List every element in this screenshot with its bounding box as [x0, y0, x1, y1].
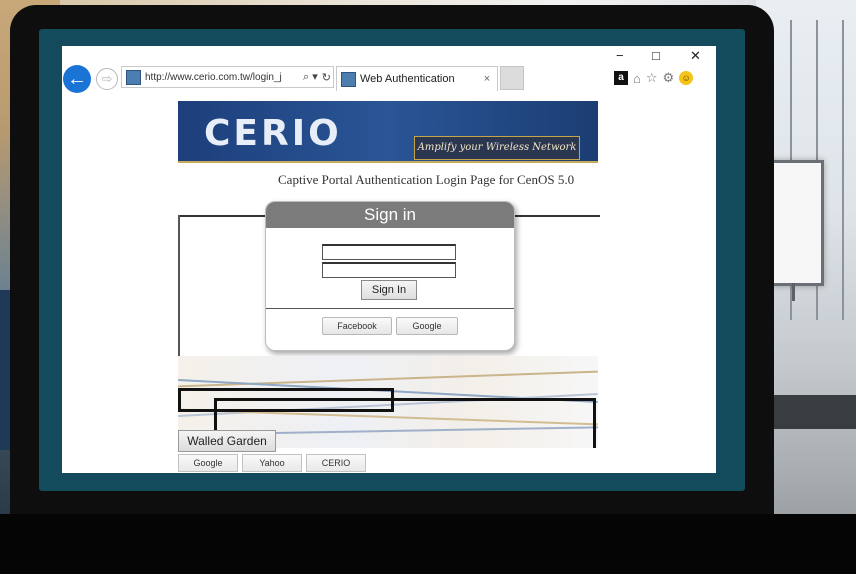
- laptop-frame: ← ⇨ http://www.cerio.com.tw/login_j ⌕ ▾ …: [10, 5, 774, 521]
- toolbar-right-icons: a ⌂ ☆ ⚙ ☺: [614, 70, 694, 86]
- address-bar[interactable]: http://www.cerio.com.tw/login_j ⌕ ▾ ↻: [121, 66, 334, 88]
- divider-line: [512, 215, 600, 217]
- background-sign-post: [792, 283, 795, 301]
- walled-garden-link-yahoo[interactable]: Yahoo: [242, 454, 302, 472]
- tab-close-icon[interactable]: ×: [477, 73, 497, 85]
- sign-in-button[interactable]: Sign In: [361, 280, 417, 300]
- browser-toolbar: ← ⇨ http://www.cerio.com.tw/login_j ⌕ ▾ …: [62, 46, 716, 96]
- tab-favicon-icon: [341, 71, 356, 87]
- minimize-icon[interactable]: −: [616, 48, 624, 63]
- google-login-button[interactable]: Google: [396, 317, 458, 335]
- favorites-star-icon[interactable]: ☆: [646, 70, 658, 86]
- divider-line: [178, 215, 266, 217]
- back-arrow-icon[interactable]: ←: [63, 65, 91, 93]
- walled-garden-link-cerio[interactable]: CERIO: [306, 454, 366, 472]
- divider-line: [178, 215, 180, 375]
- laptop-base: [0, 514, 856, 574]
- laptop-screen: ← ⇨ http://www.cerio.com.tw/login_j ⌕ ▾ …: [39, 29, 745, 491]
- browser-window: ← ⇨ http://www.cerio.com.tw/login_j ⌕ ▾ …: [62, 46, 716, 473]
- close-icon[interactable]: ✕: [690, 48, 701, 64]
- walled-garden-button[interactable]: Walled Garden: [178, 430, 276, 452]
- tab-title: Web Authentication: [360, 73, 455, 85]
- cerio-banner: CERIO Amplify your Wireless Network: [178, 101, 598, 163]
- site-favicon-icon: [126, 69, 141, 85]
- banner-gold-bar: [178, 161, 598, 163]
- refresh-icon[interactable]: ↻: [322, 71, 331, 84]
- window-controls: − □ ✕: [610, 48, 716, 64]
- signin-panel: Sign in Sign In Facebook Google: [265, 201, 515, 351]
- new-tab-button[interactable]: [500, 66, 524, 90]
- maximize-icon[interactable]: □: [652, 48, 660, 63]
- decorative-wave: [178, 370, 598, 388]
- search-dropdown-icon[interactable]: ⌕ ▾: [303, 70, 318, 84]
- background-sign-board: [768, 160, 824, 286]
- home-icon[interactable]: ⌂: [633, 71, 641, 86]
- username-input[interactable]: [322, 244, 456, 260]
- tab-web-authentication[interactable]: Web Authentication ×: [336, 66, 498, 91]
- cerio-logo: CERIO: [204, 113, 342, 154]
- forward-arrow-icon[interactable]: ⇨: [96, 68, 118, 90]
- amazon-icon[interactable]: a: [614, 71, 628, 85]
- walled-garden-link-google[interactable]: Google: [178, 454, 238, 472]
- address-url[interactable]: http://www.cerio.com.tw/login_j: [145, 72, 301, 83]
- smiley-feedback-icon[interactable]: ☺: [679, 71, 694, 85]
- facebook-login-button[interactable]: Facebook: [322, 317, 392, 335]
- background-railing: [842, 20, 844, 320]
- signin-title: Sign in: [266, 202, 514, 228]
- banner-tagline: Amplify your Wireless Network: [414, 136, 580, 160]
- gear-icon[interactable]: ⚙: [663, 70, 675, 86]
- password-input[interactable]: [322, 262, 456, 278]
- page-subtitle: Captive Portal Authentication Login Page…: [278, 172, 575, 187]
- panel-divider: [266, 308, 514, 309]
